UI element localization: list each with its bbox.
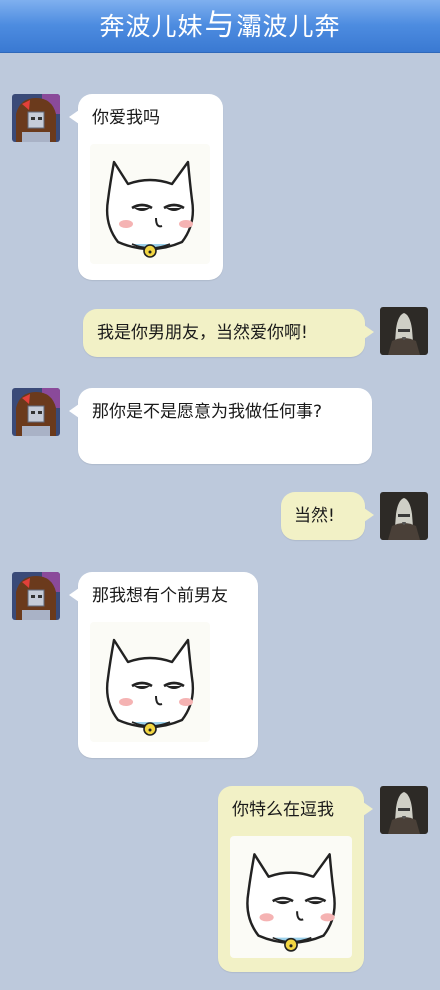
message-bubble[interactable]: 那你是不是愿意为我做任何事? (69, 388, 372, 464)
title-separator: 与 (204, 8, 236, 43)
girl-avatar-icon[interactable] (12, 572, 60, 620)
message-text: 我是你男朋友，当然爱你啊! (97, 323, 308, 343)
message-text: 当然! (294, 506, 335, 526)
chat-title-bar: 奔波儿妹与灞波儿奔 (0, 0, 440, 53)
bald-man-avatar-icon[interactable] (380, 786, 428, 834)
message-text: 你特么在逗我 (232, 800, 334, 820)
message-bubble[interactable]: 那我想有个前男友 (69, 572, 258, 758)
sulky-cat-sticker[interactable] (230, 836, 352, 958)
message-bubble[interactable]: 当然! (281, 492, 374, 540)
bald-man-avatar-icon[interactable] (380, 307, 428, 355)
sulky-cat-sticker[interactable] (90, 622, 210, 742)
message-text: 你爱我吗 (92, 108, 160, 128)
message-bubble[interactable]: 我是你男朋友，当然爱你啊! (83, 309, 374, 357)
message-text: 那你是不是愿意为我做任何事? (92, 402, 323, 422)
left-contact-name: 奔波儿妹 (99, 12, 204, 41)
girl-avatar-icon[interactable] (12, 388, 60, 436)
message-text: 那我想有个前男友 (92, 586, 228, 606)
bald-man-avatar-icon[interactable] (380, 492, 428, 540)
message-bubble[interactable]: 你特么在逗我 (218, 786, 373, 972)
girl-avatar-icon[interactable] (12, 94, 60, 142)
sulky-cat-sticker[interactable] (90, 144, 210, 264)
right-contact-name: 灞波儿奔 (236, 12, 341, 41)
message-bubble[interactable]: 你爱我吗 (69, 94, 223, 280)
